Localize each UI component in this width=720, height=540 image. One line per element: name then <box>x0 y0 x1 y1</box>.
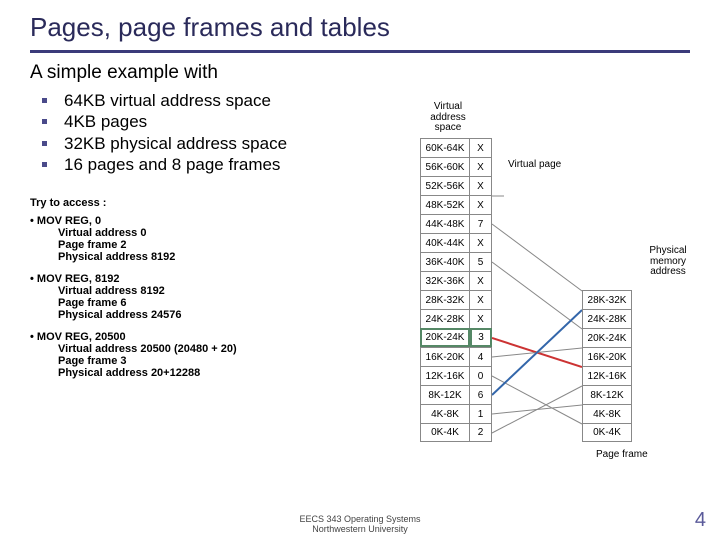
physical-frame-table: 28K-32K24K-28K20K-24K16K-20K12K-16K8K-12… <box>582 290 632 442</box>
vpage-row: 28K-32KX <box>420 290 492 309</box>
frame-row: 0K-4K <box>582 423 632 442</box>
try-label: Try to access : <box>30 197 370 209</box>
bullet-item: 64KB virtual address space <box>52 90 370 111</box>
vpage-row: 20K-24K3 <box>420 328 492 347</box>
example-line: Virtual address 20500 (20480 + 20) <box>58 343 370 355</box>
example-2: • MOV REG, 8192 Virtual address 8192 Pag… <box>30 273 370 321</box>
vas-label: Virtual address space <box>418 102 478 134</box>
vpage-row: 0K-4K2 <box>420 423 492 442</box>
vpage-row: 12K-16K0 <box>420 366 492 385</box>
virtpage-label: Virtual page <box>508 160 561 171</box>
example-line: Page frame 6 <box>58 297 370 309</box>
frame-row: 4K-8K <box>582 404 632 423</box>
slide-footer: EECS 343 Operating SystemsNorthwestern U… <box>0 514 720 534</box>
frame-row: 24K-28K <box>582 309 632 328</box>
example-line: Virtual address 0 <box>58 227 370 239</box>
page-number: 4 <box>695 509 706 532</box>
vpage-row: 48K-52KX <box>420 195 492 214</box>
bullet-list: 64KB virtual address space 4KB pages 32K… <box>52 90 370 175</box>
example-head: • MOV REG, 0 <box>30 215 370 227</box>
paging-diagram: Virtual address space Virtual page Physi… <box>360 108 710 498</box>
vpage-row: 24K-28KX <box>420 309 492 328</box>
title-rule <box>30 50 690 53</box>
vpage-row: 16K-20K4 <box>420 347 492 366</box>
example-head: • MOV REG, 8192 <box>30 273 370 285</box>
slide-title: Pages, page frames and tables <box>0 0 720 43</box>
example-line: Virtual address 8192 <box>58 285 370 297</box>
vpage-row: 36K-40K5 <box>420 252 492 271</box>
example-line: Page frame 2 <box>58 239 370 251</box>
bullet-item: 16 pages and 8 page frames <box>52 154 370 175</box>
bullet-item: 32KB physical address space <box>52 133 370 154</box>
vpage-row: 32K-36KX <box>420 271 492 290</box>
intro-text: A simple example with <box>30 62 370 84</box>
pageframe-label: Page frame <box>596 450 648 461</box>
example-line: Page frame 3 <box>58 355 370 367</box>
frame-row: 28K-32K <box>582 290 632 309</box>
example-1: • MOV REG, 0 Virtual address 0 Page fram… <box>30 215 370 263</box>
frame-row: 16K-20K <box>582 347 632 366</box>
slide: Pages, page frames and tables A simple e… <box>0 0 720 540</box>
virtual-page-table: 60K-64KX56K-60KX52K-56KX48K-52KX44K-48K7… <box>420 138 492 442</box>
example-line: Physical address 20+12288 <box>58 367 370 379</box>
example-line: Physical address 24576 <box>58 309 370 321</box>
frame-row: 20K-24K <box>582 328 632 347</box>
vpage-row: 56K-60KX <box>420 157 492 176</box>
frame-row: 8K-12K <box>582 385 632 404</box>
bullet-item: 4KB pages <box>52 111 370 132</box>
physmem-label: Physical memory address <box>638 246 698 278</box>
example-line: Physical address 8192 <box>58 251 370 263</box>
frame-row: 12K-16K <box>582 366 632 385</box>
left-column: A simple example with 64KB virtual addre… <box>30 62 370 389</box>
vpage-row: 4K-8K1 <box>420 404 492 423</box>
vpage-row: 60K-64KX <box>420 138 492 157</box>
vpage-row: 44K-48K7 <box>420 214 492 233</box>
vpage-row: 40K-44KX <box>420 233 492 252</box>
vpage-row: 52K-56KX <box>420 176 492 195</box>
vpage-row: 8K-12K6 <box>420 385 492 404</box>
example-3: • MOV REG, 20500 Virtual address 20500 (… <box>30 331 370 379</box>
mapping-lines-icon <box>492 138 582 442</box>
example-head: • MOV REG, 20500 <box>30 331 370 343</box>
